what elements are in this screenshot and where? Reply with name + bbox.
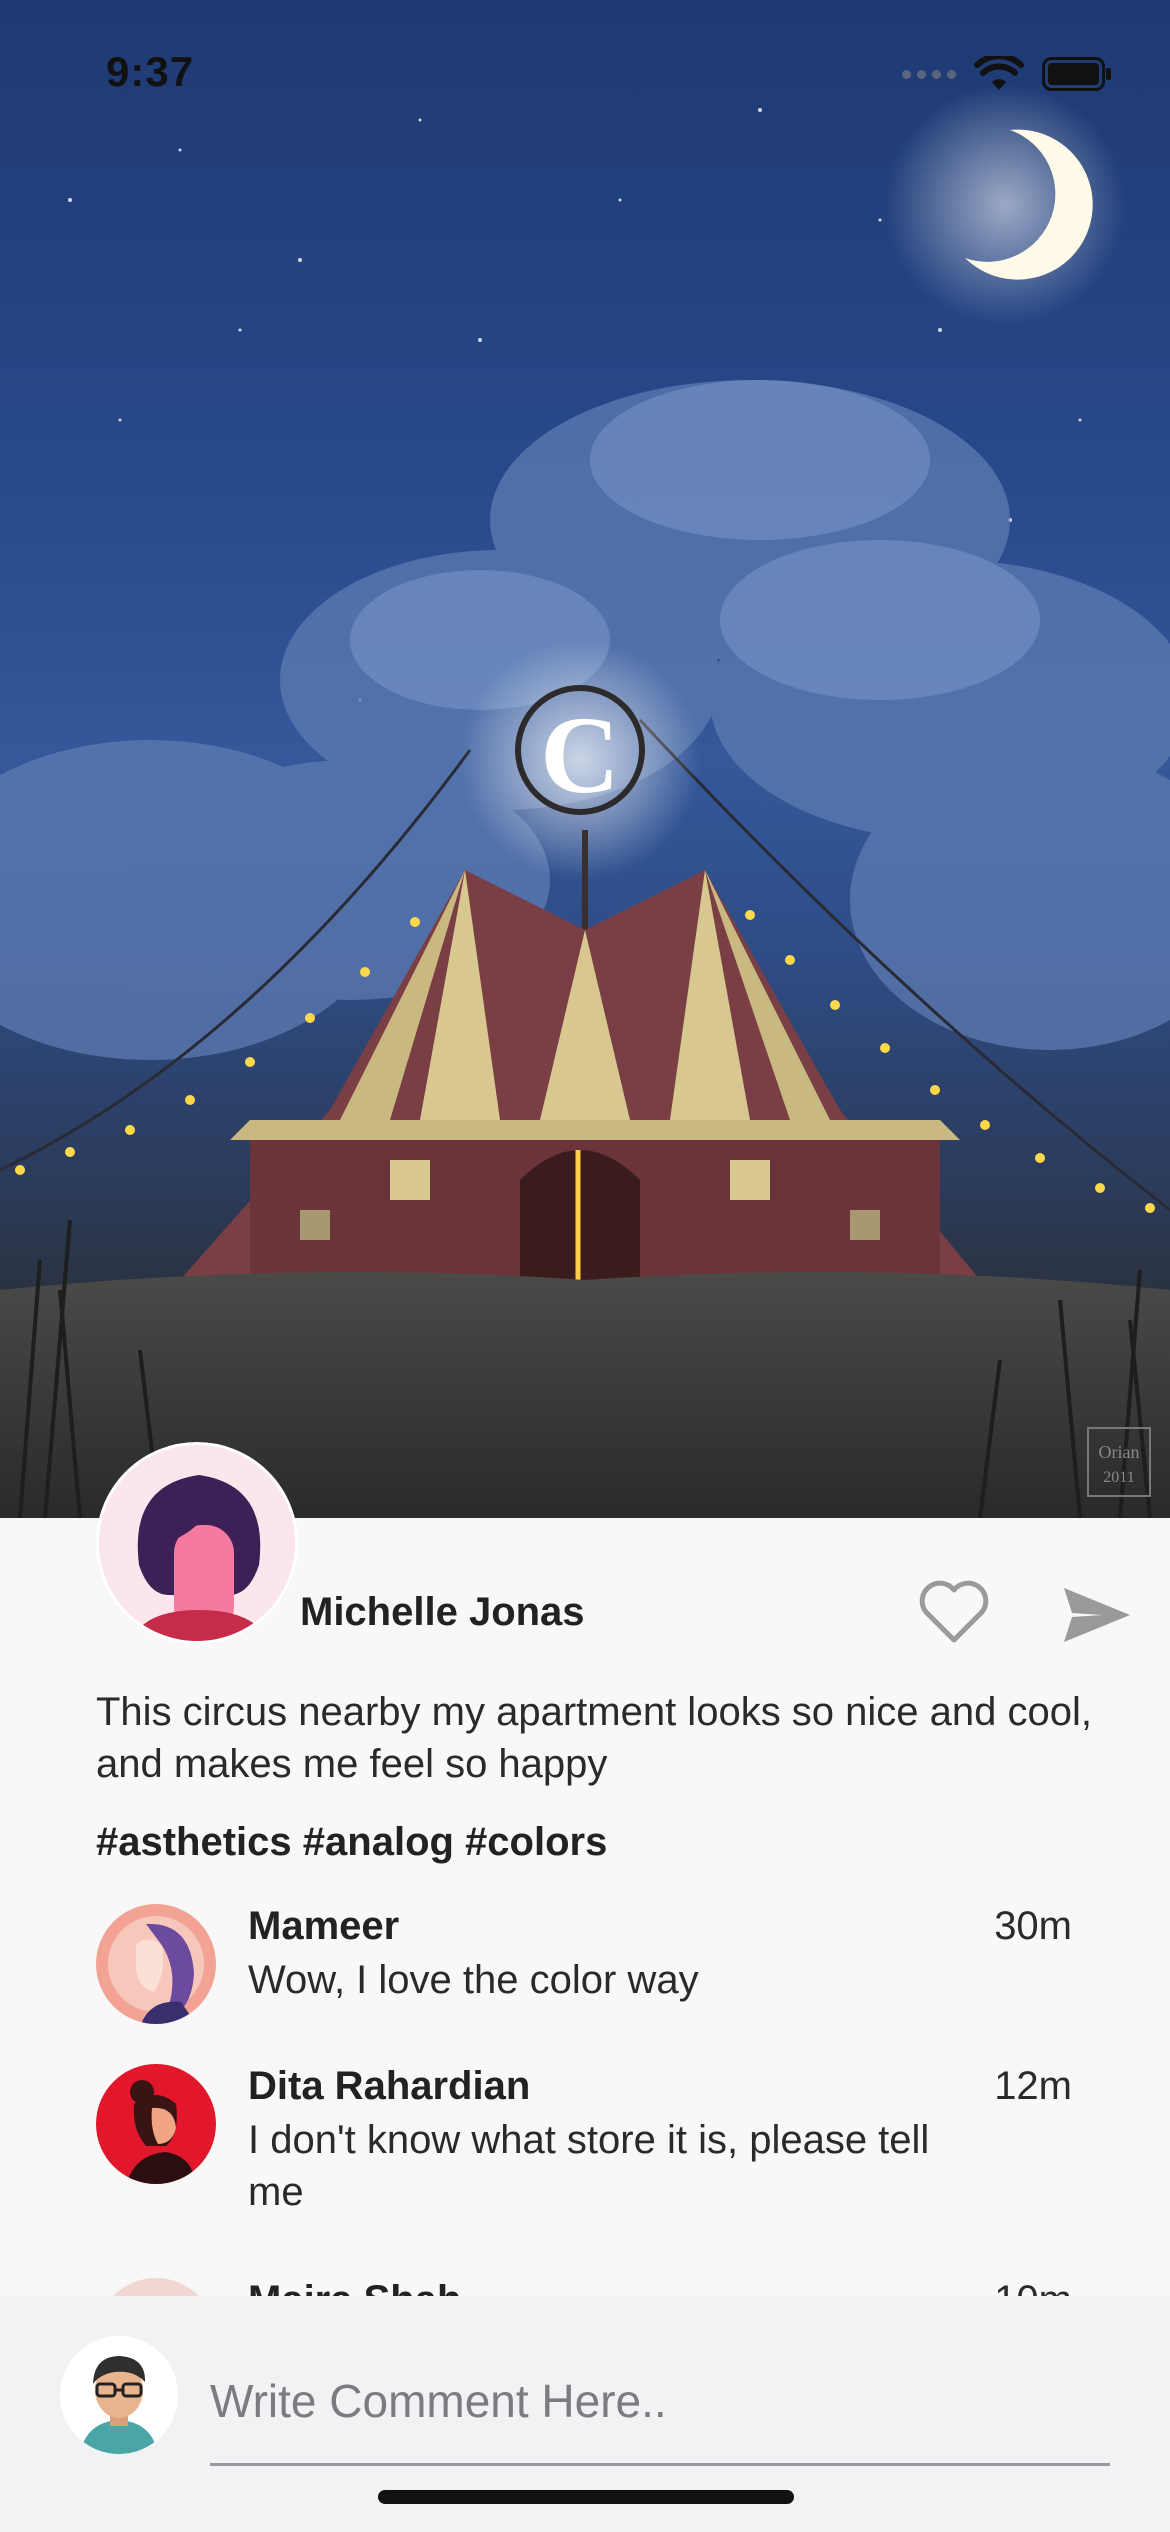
comment-text: Wow, I love the color way — [248, 1958, 699, 2002]
post-hashtags[interactable]: #asthetics #analog #colors — [96, 1820, 607, 1865]
svg-text:C: C — [540, 694, 619, 816]
comment-time: 30m — [994, 1904, 1072, 1948]
send-icon — [1064, 1588, 1130, 1642]
comment-time: 10m — [994, 2278, 1072, 2296]
comments-list[interactable]: Mameer Wow, I love the color way 30m Dit… — [0, 1880, 1170, 2296]
heart-icon — [919, 1580, 989, 1643]
status-time: 9:37 — [106, 48, 195, 95]
battery-icon — [1042, 57, 1111, 91]
commenter-avatar[interactable] — [96, 2278, 216, 2296]
artist-signature: Orian — [1099, 1442, 1140, 1462]
home-indicator[interactable] — [378, 2490, 794, 2504]
author-name[interactable]: Michelle Jonas — [300, 1590, 585, 1635]
commenter-name[interactable]: Dita Rahardian — [248, 2064, 530, 2109]
commenter-avatar[interactable] — [96, 2064, 216, 2184]
cellular-signal-icon — [902, 69, 956, 79]
comment-item[interactable]: Dita Rahardian I don't know what store i… — [96, 2064, 1096, 2214]
comment-time: 12m — [994, 2064, 1072, 2108]
author-avatar[interactable] — [96, 1442, 298, 1644]
commenter-name[interactable]: Maira Shah — [248, 2278, 461, 2296]
commenter-name[interactable]: Mameer — [248, 1904, 399, 1949]
current-user-avatar[interactable] — [60, 2336, 178, 2454]
wifi-icon — [974, 56, 1024, 90]
commenter-avatar[interactable] — [96, 1904, 216, 2024]
status-icons — [902, 56, 1112, 92]
comment-text: I don't know what store it is, please te… — [248, 2118, 930, 2214]
circus-night-illustration: C Orian 2011 — [0, 85, 1170, 1518]
like-button[interactable] — [916, 1580, 992, 1646]
comment-item[interactable]: Mameer Wow, I love the color way 30m — [96, 1904, 1096, 2044]
comment-input[interactable] — [210, 2356, 1110, 2466]
post-caption: This circus nearby my apartment looks so… — [96, 1690, 1092, 1786]
artist-signature-year: 2011 — [1103, 1469, 1134, 1486]
post-image[interactable]: C Orian 2011 — [0, 0, 1170, 1518]
comment-item[interactable]: Maira Shah 10m — [96, 2278, 1096, 2296]
share-button[interactable] — [1062, 1586, 1132, 1644]
